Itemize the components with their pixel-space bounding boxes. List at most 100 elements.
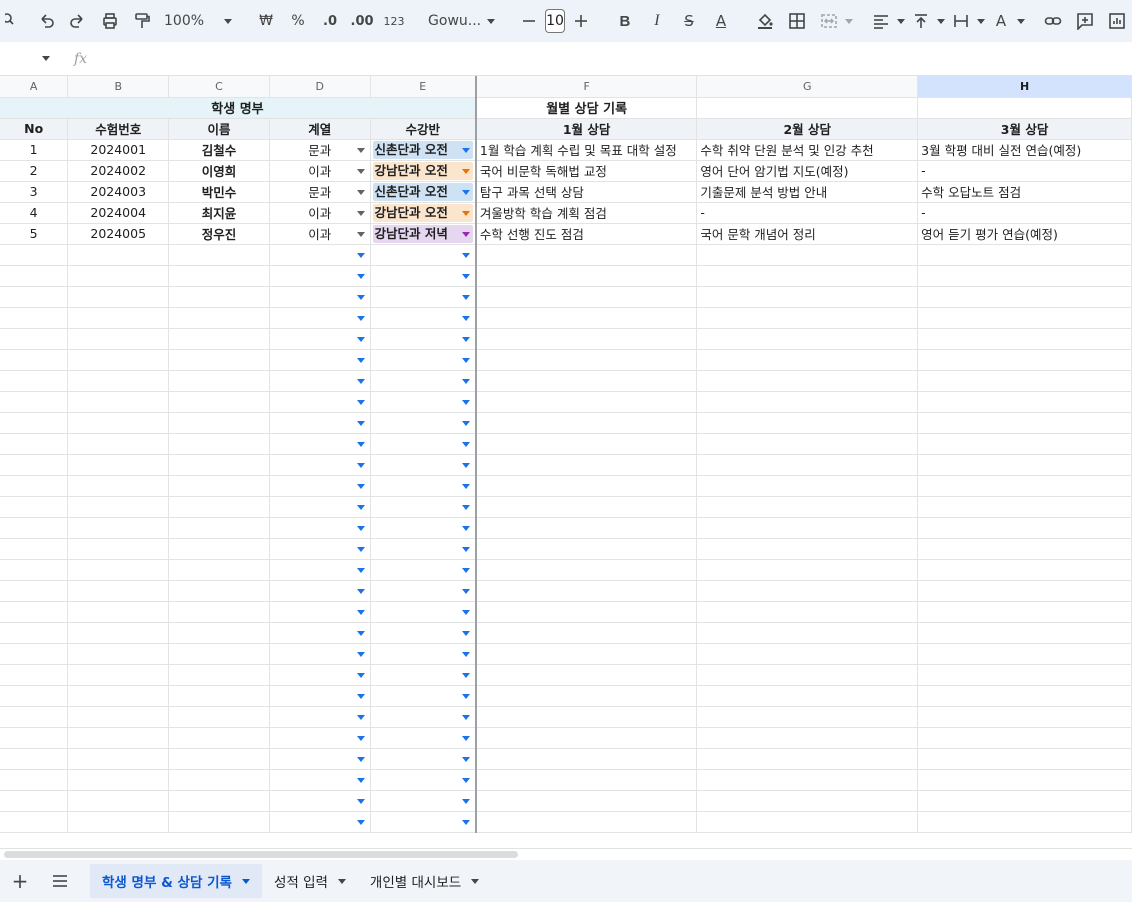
cell-class-dropdown[interactable] [370,643,477,665]
cell[interactable] [917,727,1132,749]
cell[interactable] [917,286,1132,308]
cell[interactable] [475,559,698,581]
cell[interactable] [696,328,919,350]
cell[interactable] [0,307,69,329]
cell[interactable] [168,475,270,497]
insert-chart-icon[interactable] [1103,7,1131,35]
cell[interactable] [917,769,1132,791]
cell-mar-counsel[interactable]: 영어 듣기 평가 연습(예정) [917,223,1132,245]
cell[interactable] [475,643,698,665]
cell[interactable] [917,538,1132,560]
cell-class-dropdown[interactable] [370,286,477,308]
column-header-c[interactable]: C [168,76,270,98]
cell[interactable] [67,286,170,308]
cell-class-dropdown[interactable]: 강남단과 오전 [370,202,477,224]
cell-track-dropdown[interactable] [269,727,371,749]
paint-format-icon[interactable] [128,7,156,35]
cell[interactable] [917,349,1132,371]
cell-mar-counsel[interactable]: - [917,202,1132,224]
cell[interactable] [0,349,69,371]
cell-track-dropdown[interactable] [269,328,371,350]
cell[interactable] [0,664,69,686]
cell[interactable] [0,391,69,413]
cell[interactable] [168,643,270,665]
add-sheet-icon[interactable]: + [0,869,40,893]
cell[interactable] [168,265,270,287]
borders-icon[interactable] [783,7,811,35]
cell-no[interactable]: 5 [0,223,69,245]
cell[interactable] [475,790,698,812]
cell-feb-counsel[interactable]: 기출문제 분석 방법 안내 [696,181,919,203]
cell-class-dropdown[interactable] [370,559,477,581]
cell[interactable] [475,517,698,539]
search-menus-icon[interactable] [0,7,28,35]
cell[interactable] [475,307,698,329]
cell[interactable] [0,622,69,644]
cell[interactable] [67,790,170,812]
cell[interactable] [917,328,1132,350]
cell[interactable] [67,454,170,476]
cell-feb-counsel[interactable]: - [696,202,919,224]
cell[interactable] [696,538,919,560]
cell[interactable] [67,580,170,602]
cell[interactable] [168,769,270,791]
cell[interactable] [917,433,1132,455]
cell[interactable] [475,454,698,476]
cell[interactable] [0,748,69,770]
cell[interactable] [67,643,170,665]
insert-comment-icon[interactable] [1071,7,1099,35]
cell[interactable] [67,601,170,623]
cell[interactable] [168,811,270,833]
cell[interactable] [0,475,69,497]
cell[interactable] [475,706,698,728]
cell-mar-counsel[interactable]: - [917,160,1132,182]
cell-track-dropdown[interactable] [269,349,371,371]
cell[interactable] [168,328,270,350]
cell[interactable] [475,412,698,434]
column-header-b[interactable]: B [67,76,170,98]
cell[interactable] [696,517,919,539]
cell-no[interactable]: 1 [0,139,69,161]
cell-class-dropdown[interactable] [370,748,477,770]
cell-track-dropdown[interactable] [269,811,371,833]
cell-track-dropdown[interactable] [269,580,371,602]
cell-track-dropdown[interactable] [269,496,371,518]
cell-class-dropdown[interactable] [370,664,477,686]
cell[interactable] [917,517,1132,539]
cell-jan-counsel[interactable]: 국어 비문학 독해법 교정 [475,160,698,182]
text-wrapping-icon[interactable] [947,7,975,35]
decrease-decimal-button[interactable]: .0 [316,7,344,35]
cell[interactable] [168,244,270,266]
cell[interactable] [696,433,919,455]
cell-class-dropdown[interactable]: 강남단과 오전 [370,160,477,182]
cell[interactable] [0,517,69,539]
cell[interactable] [0,496,69,518]
cell[interactable] [475,538,698,560]
cell-track-dropdown[interactable]: 문과 [269,139,371,161]
cell-class-dropdown[interactable] [370,244,477,266]
cell-track-dropdown[interactable] [269,643,371,665]
cell-track-dropdown[interactable] [269,622,371,644]
cell[interactable] [0,412,69,434]
cell[interactable] [696,286,919,308]
cell[interactable] [168,433,270,455]
cell[interactable] [67,538,170,560]
cell-no[interactable]: 4 [0,202,69,224]
cell[interactable] [67,328,170,350]
cell[interactable] [67,517,170,539]
cell-track-dropdown[interactable] [269,685,371,707]
bold-icon[interactable]: B [611,7,639,35]
cell[interactable] [696,580,919,602]
font-size-input[interactable]: 10 [545,9,565,33]
cell-track-dropdown[interactable] [269,454,371,476]
cell-track-dropdown[interactable] [269,706,371,728]
cell[interactable] [0,643,69,665]
cell[interactable] [67,727,170,749]
sheet-tab[interactable]: 학생 명부 & 상담 기록 [90,864,262,898]
vertical-align-icon[interactable] [907,7,935,35]
cell-track-dropdown[interactable]: 이과 [269,160,371,182]
cell-class-dropdown[interactable] [370,811,477,833]
cell[interactable] [475,475,698,497]
cell[interactable] [696,811,919,833]
cell-name[interactable]: 이영희 [168,160,270,182]
